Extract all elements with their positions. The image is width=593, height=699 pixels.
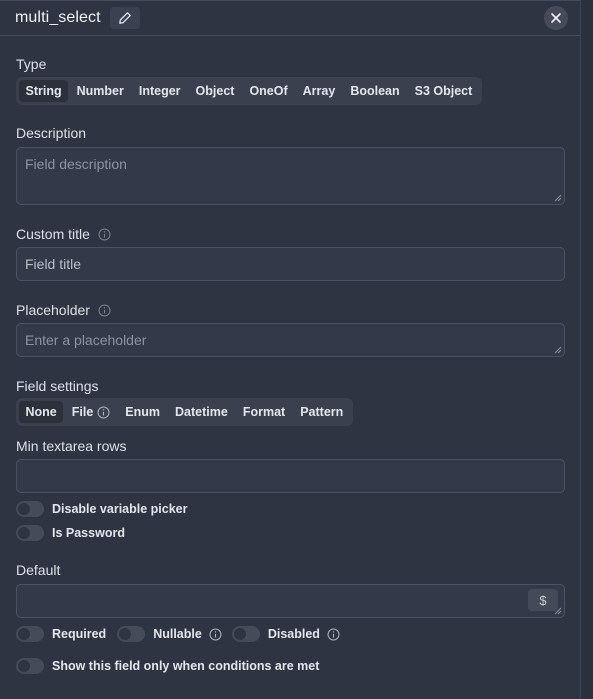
min-rows-label: Min textarea rows	[16, 438, 127, 454]
type-option-s3-object[interactable]: S3 Object	[408, 80, 479, 102]
type-option-array[interactable]: Array	[296, 80, 342, 102]
conditional-label: Show this field only when conditions are…	[52, 659, 320, 673]
scrollbar-track[interactable]	[581, 0, 593, 699]
info-icon[interactable]	[327, 628, 340, 641]
type-option-object[interactable]: Object	[189, 80, 241, 102]
type-option-boolean[interactable]: Boolean	[344, 80, 406, 102]
placeholder-label: Placeholder	[16, 301, 564, 319]
field-editor-panel: multi_select Type String Number Integer …	[0, 0, 581, 699]
settings-option-enum[interactable]: Enum	[119, 401, 167, 423]
disabled-label: Disabled	[267, 627, 320, 641]
info-icon[interactable]	[209, 628, 222, 641]
info-icon[interactable]	[98, 304, 111, 317]
nullable-label: Nullable	[153, 627, 202, 641]
panel-body: Type String Number Integer Object OneOf …	[0, 55, 580, 676]
flags-row: Required Nullable Disabled	[16, 624, 564, 644]
custom-title-value: Field title	[25, 256, 82, 272]
type-label: Type	[16, 56, 47, 72]
settings-option-file[interactable]: File	[65, 401, 117, 423]
type-option-number[interactable]: Number	[70, 80, 130, 102]
settings-option-datetime[interactable]: Datetime	[169, 401, 235, 423]
pencil-icon	[118, 12, 131, 24]
custom-title-label-text: Custom title	[16, 226, 90, 242]
placeholder-textarea[interactable]: Enter a placeholder	[16, 323, 565, 357]
conditional-switch[interactable]	[16, 658, 44, 674]
field-settings-segmented-control: None File Enum Datetime Format Pattern	[16, 398, 353, 426]
disabled-switch[interactable]	[231, 626, 260, 642]
disable-variable-picker-label: Disable variable picker	[52, 502, 188, 516]
required-label: Required	[52, 627, 107, 641]
custom-title-label: Custom title	[16, 225, 564, 243]
placeholder-placeholder: Enter a placeholder	[25, 332, 147, 348]
type-option-string[interactable]: String	[19, 80, 69, 102]
placeholder-label-text: Placeholder	[16, 302, 90, 318]
default-textarea[interactable]: $	[16, 584, 565, 618]
description-textarea[interactable]: Field description	[16, 147, 565, 205]
settings-option-format[interactable]: Format	[236, 401, 291, 423]
type-option-oneof[interactable]: OneOf	[243, 80, 294, 102]
settings-option-none[interactable]: None	[19, 401, 64, 423]
field-name: multi_select	[15, 9, 101, 26]
is-password-switch[interactable]	[16, 525, 44, 541]
panel-header: multi_select	[0, 0, 580, 36]
default-label: Default	[16, 562, 61, 578]
info-icon	[97, 406, 110, 418]
field-settings-label: Field settings	[16, 378, 99, 394]
type-segmented-control: String Number Integer Object OneOf Array…	[16, 77, 482, 105]
settings-option-pattern[interactable]: Pattern	[294, 401, 350, 423]
toggle-conditional: Show this field only when conditions are…	[16, 656, 564, 676]
toggle-is-password: Is Password	[16, 523, 564, 543]
is-password-label: Is Password	[52, 526, 125, 540]
edit-name-button[interactable]	[109, 7, 140, 29]
resize-grip-icon	[554, 194, 562, 202]
type-option-integer[interactable]: Integer	[132, 80, 187, 102]
custom-title-input[interactable]: Field title	[16, 247, 565, 281]
min-rows-input[interactable]	[16, 459, 565, 493]
toggle-disable-variable-picker: Disable variable picker	[16, 499, 564, 519]
settings-option-file-label: File	[71, 405, 94, 419]
resize-grip-icon	[554, 346, 562, 354]
resize-grip-icon	[554, 607, 562, 615]
close-button[interactable]	[544, 6, 568, 30]
description-label: Description	[16, 125, 87, 141]
info-icon[interactable]	[98, 228, 111, 241]
dollar-icon: $	[539, 592, 547, 608]
required-switch[interactable]	[16, 626, 44, 642]
nullable-switch[interactable]	[117, 626, 146, 642]
description-placeholder: Field description	[25, 156, 127, 172]
disable-variable-picker-switch[interactable]	[16, 501, 44, 517]
close-icon	[551, 13, 561, 23]
